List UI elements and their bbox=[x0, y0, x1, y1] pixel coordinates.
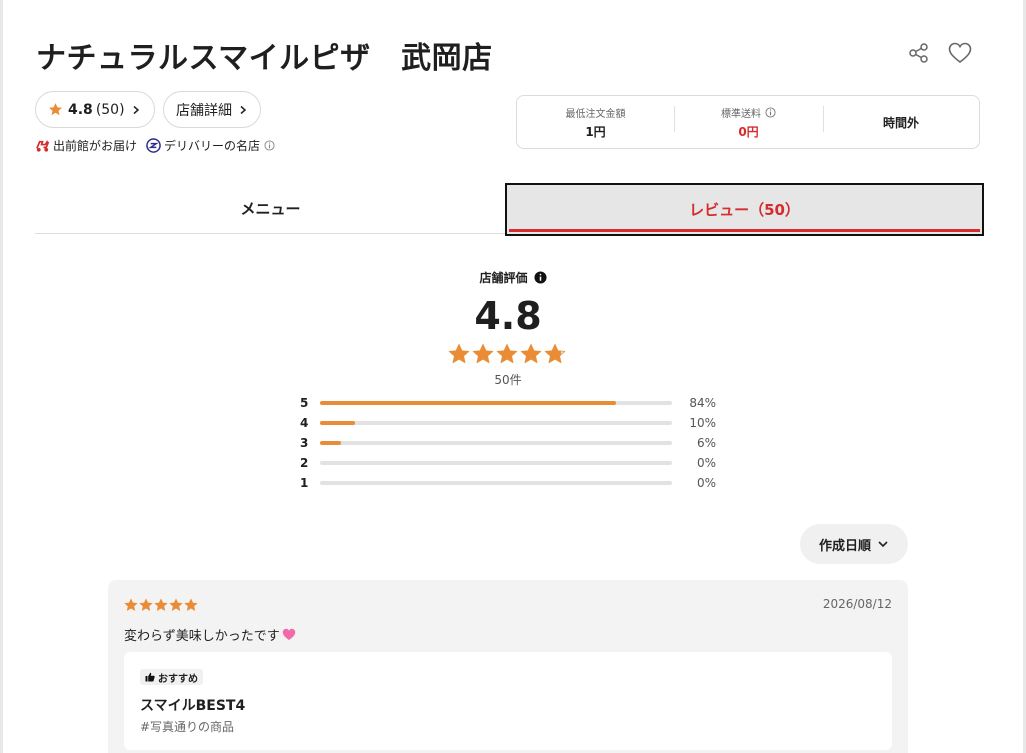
rating-bar-row: 1 0% bbox=[300, 476, 720, 490]
sort-dropdown[interactable]: 作成日順 bbox=[800, 524, 908, 564]
star-icon bbox=[472, 343, 494, 364]
store-detail-button[interactable]: 店舗詳細 bbox=[163, 91, 261, 128]
chevron-right-icon bbox=[240, 105, 247, 114]
rating-bar-track bbox=[320, 401, 672, 405]
info-icon[interactable] bbox=[533, 271, 547, 284]
star-icon bbox=[544, 343, 566, 364]
pink-heart-icon bbox=[282, 628, 295, 640]
rating-bar-fill bbox=[320, 421, 356, 425]
star-icon bbox=[124, 598, 138, 611]
star-icon bbox=[448, 343, 470, 364]
star-icon bbox=[496, 343, 518, 364]
rating-bar-percent: 0% bbox=[696, 456, 716, 470]
chevron-right-icon bbox=[133, 105, 139, 114]
store-title: ナチュラルスマイルピザ 武岡店 bbox=[36, 41, 493, 76]
store-detail-label: 店舗詳細 bbox=[176, 102, 232, 119]
item-tag: #写真通りの商品 bbox=[140, 720, 235, 734]
delivery-badge-label: 出前館がお届け bbox=[53, 139, 138, 153]
delivery-scooter-icon bbox=[36, 140, 50, 152]
star-icon bbox=[49, 103, 62, 116]
rating-bar-track bbox=[320, 421, 672, 425]
review-count: 50件 bbox=[494, 373, 522, 387]
rating-heading: 店舗評価 bbox=[0, 269, 1026, 286]
rating-bar-row: 5 84% bbox=[300, 396, 720, 410]
share-icon[interactable] bbox=[908, 42, 930, 64]
shipping-value: 0円 bbox=[738, 125, 759, 139]
rating-bar-percent: 0% bbox=[696, 476, 716, 490]
min-order-label: 最低注文金額 bbox=[565, 109, 626, 120]
review-date: 2026/08/12 bbox=[822, 597, 892, 611]
tab-review-label: レビュー（50） bbox=[689, 201, 800, 219]
chevron-down-icon bbox=[878, 541, 888, 548]
review-text: 変わらず美味しかったです bbox=[124, 629, 280, 644]
rating-bar-percent: 6% bbox=[696, 436, 716, 450]
overall-stars bbox=[448, 343, 568, 365]
review-card: 2026/08/12 変わらず美味しかったです おすすめ スマイルBEST4 #… bbox=[108, 580, 908, 753]
rating-bar-fill bbox=[320, 441, 342, 445]
heart-icon[interactable] bbox=[948, 42, 972, 64]
rating-bar-star: 4 bbox=[300, 416, 309, 430]
min-order-column: 最低注文金額 1円 bbox=[517, 96, 674, 148]
rating-bar-percent: 10% bbox=[689, 416, 716, 430]
star-icon bbox=[139, 598, 153, 611]
rating-bar-star: 1 bbox=[300, 476, 309, 490]
rating-bar-star: 2 bbox=[300, 456, 309, 470]
info-icon[interactable] bbox=[765, 107, 776, 118]
tab-review[interactable]: レビュー（50） bbox=[505, 183, 984, 236]
rating-summary-button[interactable]: 4.8 (50) bbox=[35, 91, 155, 128]
min-order-value: 1円 bbox=[585, 125, 606, 139]
thumbs-up-icon bbox=[145, 672, 155, 682]
shipping-label: 標準送料 bbox=[721, 109, 761, 120]
rating-bar-star: 5 bbox=[300, 396, 309, 410]
rating-count: (50) bbox=[95, 101, 125, 118]
overall-score: 4.8 bbox=[474, 294, 542, 338]
fee-info-box: 最低注文金額 1円 標準送料 0円 時間外 bbox=[516, 95, 980, 149]
star-icon bbox=[184, 598, 198, 611]
rating-bar-row: 3 6% bbox=[300, 436, 720, 450]
review-text-row: 変わらず美味しかったです bbox=[124, 625, 296, 644]
hours-status: 時間外 bbox=[882, 116, 919, 130]
rating-bar-fill bbox=[320, 401, 616, 405]
rating-bar-row: 4 10% bbox=[300, 416, 720, 430]
star-icon bbox=[169, 598, 183, 611]
tab-menu[interactable]: メニュー bbox=[35, 184, 506, 234]
famous-badge-label: デリバリーの名店 bbox=[164, 139, 261, 153]
active-tab-underline bbox=[509, 229, 980, 232]
rating-bar-row: 2 0% bbox=[300, 456, 720, 470]
review-stars bbox=[124, 598, 199, 612]
rating-bar-percent: 84% bbox=[689, 396, 716, 410]
rating-heading-label: 店舗評価 bbox=[479, 271, 528, 285]
sort-label: 作成日順 bbox=[818, 538, 871, 554]
star-icon bbox=[520, 343, 542, 364]
rating-bar-track bbox=[320, 461, 672, 465]
recommend-badge: おすすめ bbox=[140, 669, 203, 685]
rating-bar-track bbox=[320, 441, 672, 445]
rating-bar-star: 3 bbox=[300, 436, 309, 450]
shipping-column: 標準送料 0円 bbox=[674, 96, 823, 148]
item-name: スマイルBEST4 bbox=[140, 698, 246, 714]
ordered-item-card[interactable]: おすすめ スマイルBEST4 #写真通りの商品 bbox=[124, 652, 892, 750]
rating-bar-track bbox=[320, 481, 672, 485]
star-icon bbox=[154, 598, 168, 611]
famous-store-icon bbox=[146, 138, 161, 153]
rating-value: 4.8 bbox=[68, 101, 93, 118]
info-icon[interactable] bbox=[264, 140, 275, 151]
recommend-badge-label: おすすめ bbox=[158, 673, 198, 685]
store-badges: 出前館がお届け デリバリーの名店 bbox=[35, 137, 275, 154]
